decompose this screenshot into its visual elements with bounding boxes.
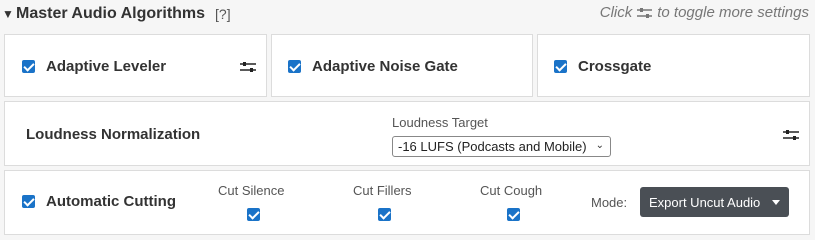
crossgate-label: Crossgate [578, 58, 652, 75]
adaptive-noise-gate-label: Adaptive Noise Gate [312, 58, 458, 75]
adaptive-leveler-checkbox[interactable] [22, 60, 35, 73]
loudness-target-value: -16 LUFS (Podcasts and Mobile) [398, 139, 587, 154]
adaptive-leveler-label: Adaptive Leveler [46, 58, 167, 75]
caret-down-icon [772, 200, 780, 205]
automatic-cutting-panel: Automatic Cutting Cut Silence Cut Filler… [4, 170, 810, 235]
loudness-target-select[interactable]: -16 LUFS (Podcasts and Mobile) ⌄ [392, 136, 611, 157]
adaptive-leveler-panel: Adaptive Leveler [4, 34, 267, 97]
crossgate-panel: Crossgate [537, 34, 810, 97]
sliders-icon[interactable] [783, 129, 799, 141]
loudness-normalization-panel: Loudness Normalization Loudness Target -… [4, 101, 810, 166]
sliders-icon[interactable] [240, 61, 256, 73]
mode-value: Export Uncut Audio [649, 194, 761, 210]
loudness-normalization-label: Loudness Normalization [26, 126, 201, 143]
automatic-cutting-label: Automatic Cutting [46, 193, 176, 210]
cut-cough-label: Cut Cough [480, 183, 543, 198]
collapse-triangle-icon[interactable]: ▼ [2, 7, 16, 21]
sliders-icon [637, 7, 653, 18]
hint-prefix: Click [599, 4, 633, 21]
adaptive-noise-gate-checkbox[interactable] [288, 60, 301, 73]
chevron-down-icon: ⌄ [595, 140, 604, 151]
cut-fillers-checkbox[interactable] [378, 208, 391, 221]
automatic-cutting-checkbox[interactable] [22, 195, 35, 208]
settings-hint: Click to toggle more settings [600, 4, 809, 21]
mode-dropdown-button[interactable]: Export Uncut Audio [640, 187, 789, 217]
adaptive-noise-gate-panel: Adaptive Noise Gate [271, 34, 533, 97]
cut-silence-label: Cut Silence [218, 183, 285, 198]
hint-suffix: to toggle more settings [657, 4, 809, 21]
cut-fillers-label: Cut Fillers [353, 183, 412, 198]
crossgate-checkbox[interactable] [554, 60, 567, 73]
loudness-target-label: Loudness Target [392, 115, 488, 130]
mode-label: Mode: [591, 195, 628, 210]
section-title: Master Audio Algorithms [16, 5, 206, 22]
cut-cough-checkbox[interactable] [507, 208, 520, 221]
cut-silence-checkbox[interactable] [247, 208, 260, 221]
help-link[interactable]: [?] [215, 6, 231, 22]
